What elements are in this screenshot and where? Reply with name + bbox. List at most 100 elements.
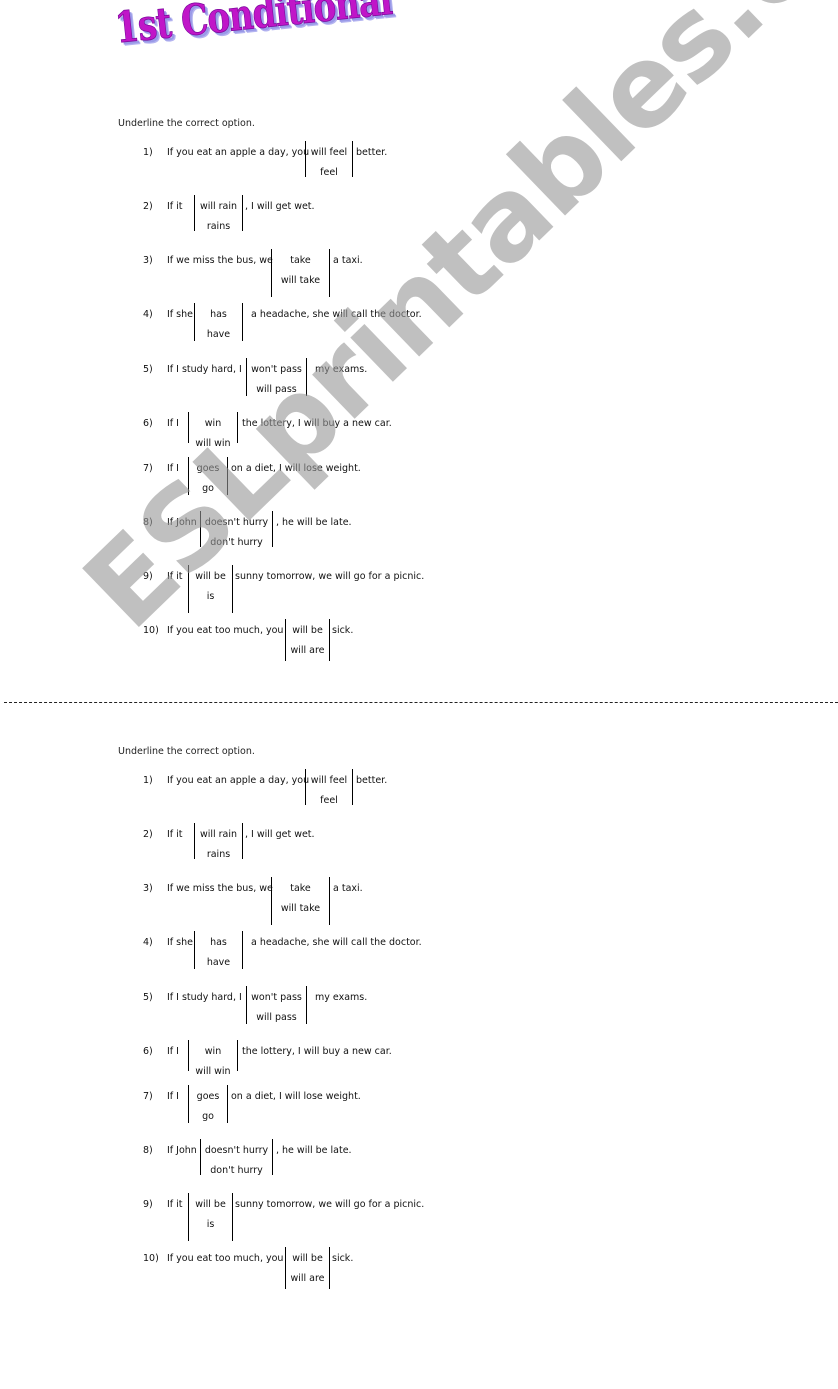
option-a[interactable]: will be bbox=[286, 625, 329, 636]
option-box: win will win bbox=[188, 1040, 238, 1077]
option-b[interactable]: will are bbox=[286, 645, 329, 656]
sentence-start: If you eat too much, you bbox=[167, 1253, 284, 1264]
sentence-start: If I bbox=[167, 418, 179, 429]
option-box: will be will are bbox=[285, 1247, 330, 1289]
item-number: 4) bbox=[143, 937, 153, 948]
option-box: has have bbox=[194, 303, 243, 341]
option-b[interactable]: have bbox=[195, 329, 242, 340]
exercise-item: 6) If I win will win the lottery, I will buy… bbox=[0, 412, 838, 468]
sentence-start: If I bbox=[167, 1091, 179, 1102]
option-b[interactable]: feel bbox=[306, 795, 352, 806]
option-a[interactable]: won't pass bbox=[247, 364, 306, 375]
option-box: has have bbox=[194, 931, 243, 969]
item-number: 5) bbox=[143, 992, 153, 1003]
option-a[interactable]: will be bbox=[286, 1253, 329, 1264]
item-number: 1) bbox=[143, 147, 153, 158]
option-box: will rain rains bbox=[194, 195, 243, 232]
sentence-start: If it bbox=[167, 1199, 183, 1210]
sentence-end: a taxi. bbox=[333, 255, 363, 266]
exercise-item: 9) If it will be is sunny tomorrow, we will … bbox=[0, 565, 838, 621]
sentence-end: , I will get wet. bbox=[245, 201, 315, 212]
sentence-start: If we miss the bus, we bbox=[167, 883, 273, 894]
option-a[interactable]: goes bbox=[189, 1091, 227, 1102]
option-b[interactable]: is bbox=[189, 1219, 232, 1230]
option-b[interactable]: don't hurry bbox=[201, 537, 272, 548]
option-a[interactable]: will feel bbox=[306, 147, 352, 158]
instruction-text: Underline the correct option. bbox=[118, 746, 255, 757]
sentence-end: a headache, she will call the doctor. bbox=[251, 309, 422, 320]
option-box: will be is bbox=[188, 565, 233, 613]
instruction-text: Underline the correct option. bbox=[118, 118, 255, 129]
sentence-end: the lottery, I will buy a new car. bbox=[242, 1046, 392, 1057]
exercise-item: 2) If it will rain rains, I will get wet. bbox=[0, 823, 838, 879]
item-number: 7) bbox=[143, 1091, 153, 1102]
item-number: 10) bbox=[143, 1253, 159, 1264]
sentence-start: If I study hard, I bbox=[167, 364, 242, 375]
item-number: 2) bbox=[143, 201, 153, 212]
exercise-item: 1) If you eat an apple a day, you will fee… bbox=[0, 769, 838, 825]
option-b[interactable]: will take bbox=[272, 275, 329, 286]
exercise-item: 10) If you eat too much, you will be will a… bbox=[0, 619, 838, 675]
sentence-start: If you eat an apple a day, you bbox=[167, 775, 310, 786]
exercise-item: 3) If we miss the bus, we take will take a t… bbox=[0, 249, 838, 305]
exercise-item: 7) If I goes go on a diet, I will lose weigh… bbox=[0, 1085, 838, 1141]
option-box: win will win bbox=[188, 412, 238, 449]
option-b[interactable]: will pass bbox=[247, 384, 306, 395]
sentence-end: sunny tomorrow, we will go for a picnic. bbox=[235, 1199, 425, 1210]
worksheet-title: 1st Conditional bbox=[112, 0, 394, 54]
item-number: 9) bbox=[143, 571, 153, 582]
sentence-start: If John bbox=[167, 517, 197, 528]
sentence-start: If she bbox=[167, 937, 193, 948]
option-b[interactable]: will are bbox=[286, 1273, 329, 1284]
item-number: 8) bbox=[143, 517, 153, 528]
exercise-item: 5) If I study hard, I won't pass will pass m… bbox=[0, 986, 838, 1042]
option-box: will feel feel bbox=[305, 141, 353, 178]
sentence-start: If we miss the bus, we bbox=[167, 255, 273, 266]
option-a[interactable]: take bbox=[272, 255, 329, 266]
option-b[interactable]: is bbox=[189, 591, 232, 602]
option-b[interactable]: go bbox=[189, 1111, 227, 1122]
sentence-end: on a diet, I will lose weight. bbox=[231, 463, 361, 474]
exercise-item: 8) If John doesn't hurry don't hurry , he wi… bbox=[0, 511, 838, 567]
option-a[interactable]: will feel bbox=[306, 775, 352, 786]
option-a[interactable]: goes bbox=[189, 463, 227, 474]
option-b[interactable]: will take bbox=[272, 903, 329, 914]
exercise-item: 2) If it will rain rains, I will get wet. bbox=[0, 195, 838, 251]
option-b[interactable]: don't hurry bbox=[201, 1165, 272, 1176]
exercise-item: 10) If you eat too much, you will be will a… bbox=[0, 1247, 838, 1303]
option-a[interactable]: take bbox=[272, 883, 329, 894]
option-b[interactable]: feel bbox=[306, 167, 352, 178]
option-a[interactable]: doesn't hurry bbox=[201, 1145, 272, 1156]
option-a[interactable]: won't pass bbox=[247, 992, 306, 1003]
option-a[interactable]: will be bbox=[189, 1199, 232, 1210]
option-a[interactable]: win bbox=[189, 418, 237, 429]
option-a[interactable]: will rain bbox=[195, 829, 242, 840]
option-a[interactable]: doesn't hurry bbox=[201, 517, 272, 528]
item-number: 6) bbox=[143, 1046, 153, 1057]
option-a[interactable]: has bbox=[195, 937, 242, 948]
option-box: will be will are bbox=[285, 619, 330, 661]
option-b[interactable]: go bbox=[189, 483, 227, 494]
option-b[interactable]: will win bbox=[189, 1066, 237, 1077]
exercise-item: 1) If you eat an apple a day, you will fee… bbox=[0, 141, 838, 197]
sentence-end: better. bbox=[356, 775, 388, 786]
exercise-item: 4) If she has have a headache, she will call… bbox=[0, 303, 838, 359]
item-number: 10) bbox=[143, 625, 159, 636]
option-a[interactable]: has bbox=[195, 309, 242, 320]
exercise-item: 9) If it will be is sunny tomorrow, we will … bbox=[0, 1193, 838, 1249]
option-b[interactable]: rains bbox=[195, 849, 242, 860]
option-b[interactable]: have bbox=[195, 957, 242, 968]
option-box: take will take bbox=[271, 249, 330, 297]
sentence-end: on a diet, I will lose weight. bbox=[231, 1091, 361, 1102]
option-b[interactable]: will pass bbox=[247, 1012, 306, 1023]
sentence-start: If I bbox=[167, 463, 179, 474]
option-box: doesn't hurry don't hurry bbox=[200, 511, 273, 548]
sentence-end: , he will be late. bbox=[276, 1145, 352, 1156]
option-b[interactable]: rains bbox=[195, 221, 242, 232]
option-a[interactable]: win bbox=[189, 1046, 237, 1057]
item-number: 6) bbox=[143, 418, 153, 429]
option-b[interactable]: will win bbox=[189, 438, 237, 449]
option-a[interactable]: will be bbox=[189, 571, 232, 582]
option-a[interactable]: will rain bbox=[195, 201, 242, 212]
sentence-end: better. bbox=[356, 147, 388, 158]
